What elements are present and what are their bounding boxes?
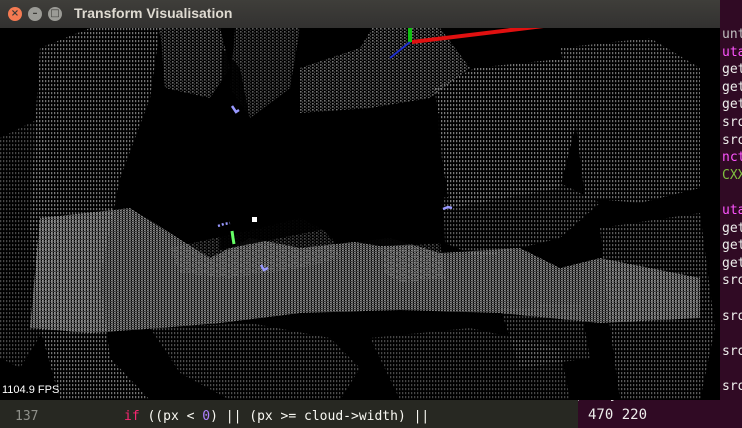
close-icon: × bbox=[10, 8, 20, 19]
code-text: ((px < bbox=[139, 409, 203, 424]
minimize-icon: – bbox=[32, 8, 38, 19]
maximize-button[interactable]: □ bbox=[48, 7, 62, 21]
terminal-output: 470 220 bbox=[588, 407, 648, 423]
code-line: if ((px < 0) || (px >= cloud->width) || bbox=[124, 409, 429, 424]
terminal-line: get bbox=[722, 97, 742, 113]
fps-counter: 1104.9 FPS bbox=[2, 384, 60, 396]
code-text: ) || (px >= cloud->width) || bbox=[210, 409, 430, 424]
code-number: 0 bbox=[202, 409, 211, 424]
code-keyword: if bbox=[124, 409, 140, 424]
current-position-marker bbox=[252, 217, 257, 222]
terminal-line: get bbox=[722, 62, 742, 78]
terminal-line: sro bbox=[722, 132, 742, 148]
point-cloud-canvas[interactable] bbox=[0, 28, 720, 400]
minimize-button[interactable]: – bbox=[28, 7, 42, 21]
line-number: 137 bbox=[15, 409, 39, 424]
maximize-icon: □ bbox=[50, 8, 60, 19]
terminal-line: sro bbox=[722, 343, 742, 359]
transform-visualisation-window[interactable]: × – □ Transform Visualisation 1104.9 FPS bbox=[0, 0, 720, 400]
terminal-line: get bbox=[722, 255, 742, 271]
terminal-line: sro bbox=[722, 308, 742, 324]
3d-viewport[interactable] bbox=[0, 28, 720, 400]
terminal-line: uta bbox=[722, 44, 742, 60]
window-title: Transform Visualisation bbox=[74, 5, 233, 21]
terminal-line: sro bbox=[722, 273, 742, 289]
terminal-line: nct bbox=[722, 150, 742, 166]
close-button[interactable]: × bbox=[8, 7, 22, 21]
terminal-line: unt bbox=[722, 27, 742, 42]
terminal-line: CXX bbox=[722, 167, 742, 183]
terminal-line: get bbox=[722, 238, 742, 254]
terminal-line: get bbox=[722, 220, 742, 236]
terminal-line: uta bbox=[722, 203, 742, 218]
terminal-line: get bbox=[722, 79, 742, 95]
terminal-line: sro bbox=[722, 115, 742, 130]
window-titlebar[interactable]: × – □ Transform Visualisation bbox=[0, 0, 720, 29]
